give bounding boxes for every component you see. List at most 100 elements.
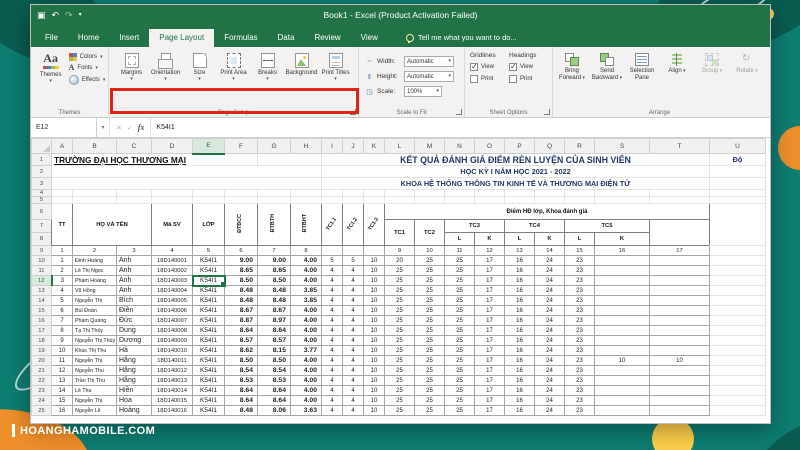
cell[interactable] [151,196,193,204]
cell-J14[interactable]: 4 [342,295,364,306]
tab-data[interactable]: Data [268,29,305,47]
row-header-23[interactable]: 23 [31,385,52,396]
col-header-Q[interactable]: Q [534,138,565,154]
header-l[interactable]: L [564,232,595,246]
cell-K14[interactable]: 10 [363,295,385,306]
cell-E13[interactable]: K54I1 [192,285,225,296]
cell[interactable] [72,196,117,204]
cell[interactable] [51,165,322,178]
cell-E11[interactable]: K54I1 [192,265,225,276]
cell-L21[interactable]: 25 [384,365,415,376]
redo-icon[interactable]: ↷ [65,10,73,20]
button-print-area[interactable]: Print Area ▾ [217,50,250,82]
cell-R21[interactable]: 23 [564,365,595,376]
cell-D14[interactable]: 18D140005 [151,295,193,306]
cell[interactable] [709,305,766,316]
cell-R10[interactable]: 23 [564,255,595,266]
cell-E19[interactable]: K54I1 [192,345,225,356]
button-send-backward[interactable]: Send Backward ▾ [590,50,624,81]
cell-P17[interactable]: 16 [504,325,535,336]
cell[interactable] [342,189,364,197]
cell-Q10[interactable]: 24 [534,255,565,266]
row-header-20[interactable]: 20 [31,355,52,366]
cell-M12[interactable]: 25 [414,275,445,286]
cell-K18[interactable]: 10 [363,335,385,346]
cell[interactable] [504,189,535,197]
col-header-H[interactable]: H [290,138,322,154]
cell-C18[interactable]: Dương [116,335,152,346]
cell-D10[interactable]: 18D140001 [151,255,193,266]
cell-N20[interactable]: 25 [444,355,475,366]
cell-A16[interactable]: 7 [51,315,73,326]
cell-H23[interactable]: 4.00 [290,385,322,396]
cell-K19[interactable]: 10 [363,345,385,356]
row-header-25[interactable]: 25 [31,405,52,416]
cell-G25[interactable]: 8.06 [257,405,291,416]
cell-D19[interactable]: 18D140010 [151,345,193,356]
button-margins[interactable]: Margins ▾ [115,50,148,82]
header-k[interactable]: K [534,232,565,246]
cell-K16[interactable]: 10 [363,315,385,326]
tab-insert[interactable]: Insert [109,29,149,47]
cell-G17[interactable]: 8.64 [257,325,291,336]
cell-D23[interactable]: 18D140014 [151,385,193,396]
cell-H20[interactable]: 4.00 [290,355,322,366]
cell-O14[interactable]: 17 [474,295,505,306]
cell-H22[interactable]: 4.00 [290,375,322,386]
cell[interactable] [72,189,117,197]
cell-F10[interactable]: 9.00 [224,255,258,266]
cell-Q22[interactable]: 24 [534,375,565,386]
cell[interactable] [151,189,193,197]
cell-R15[interactable]: 23 [564,305,595,316]
cell[interactable] [51,177,322,190]
cell-P9[interactable]: 13 [504,245,535,256]
button-align[interactable]: Align ▾ [660,50,694,75]
cell-E25[interactable]: K54I1 [192,405,225,416]
cell-O13[interactable]: 17 [474,285,505,296]
col-header-L[interactable]: L [384,138,415,154]
cell-L15[interactable]: 25 [384,305,415,316]
button-group[interactable]: Group ▾ [695,50,729,75]
cell-T13[interactable] [649,285,710,296]
cell-O16[interactable]: 17 [474,315,505,326]
cell-T11[interactable] [649,265,710,276]
cell-F20[interactable]: 8.50 [224,355,258,366]
cell-I15[interactable]: 4 [321,305,343,316]
select-all-corner[interactable] [31,138,52,154]
cell-J16[interactable]: 4 [342,315,364,326]
col-header-D[interactable]: D [151,138,193,154]
cell-F14[interactable]: 8.48 [224,295,258,306]
cell-B19[interactable]: Khúc Thị Thu [72,345,117,356]
cell-G23[interactable]: 8.64 [257,385,291,396]
report-subtitle-2[interactable]: KHOA HỆ THỐNG THÔNG TIN KINH TẾ VÀ THƯƠN… [321,177,710,190]
cell-F11[interactable]: 8.65 [224,265,258,276]
cell-F21[interactable]: 8.54 [224,365,258,376]
cell-G10[interactable]: 9.00 [257,255,291,266]
cell-H13[interactable]: 3.85 [290,285,322,296]
cell[interactable] [594,196,650,204]
cell-R24[interactable]: 23 [564,395,595,406]
cell-P15[interactable]: 16 [504,305,535,316]
clipped-right-text[interactable]: Độ [709,153,766,166]
header--tbcc[interactable]: ĐTBCC [224,203,258,246]
header-tc4[interactable]: TC4 [504,219,565,233]
cell-E22[interactable]: K54I1 [192,375,225,386]
cell-T22[interactable] [649,375,710,386]
headings-view-checkbox[interactable]: View [509,62,547,71]
cell-F18[interactable]: 8.57 [224,335,258,346]
cell-A9[interactable]: 1 [51,245,73,256]
cell-K24[interactable]: 10 [363,395,385,406]
cell-M19[interactable]: 25 [414,345,445,356]
cell-Q25[interactable]: 24 [534,405,565,416]
cell-C19[interactable]: Hà [116,345,152,356]
cell-F15[interactable]: 8.67 [224,305,258,316]
cell-I19[interactable]: 4 [321,345,343,356]
cell-R17[interactable]: 23 [564,325,595,336]
cell-I17[interactable]: 4 [321,325,343,336]
button-breaks[interactable]: Breaks ▾ [251,50,284,82]
cell-I9[interactable] [321,245,343,256]
row-header-10[interactable]: 10 [31,255,52,266]
cell[interactable] [709,375,766,386]
cell-H14[interactable]: 3.85 [290,295,322,306]
cell-R18[interactable]: 23 [564,335,595,346]
